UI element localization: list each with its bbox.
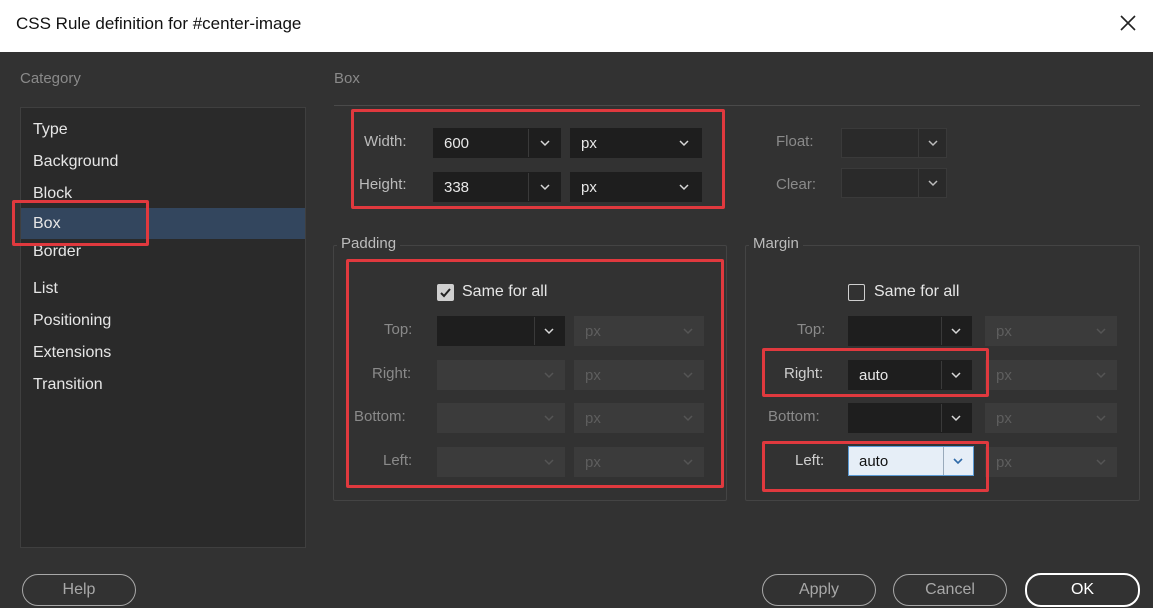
highlight-box-margin-right (762, 348, 989, 397)
highlight-box-dimensions (351, 109, 725, 209)
category-item-positioning[interactable]: Positioning (21, 305, 305, 336)
cancel-button[interactable]: Cancel (893, 574, 1007, 606)
float-label: Float: (776, 133, 814, 150)
clear-select[interactable] (841, 168, 947, 198)
title-bar: CSS Rule definition for #center-image (0, 0, 1153, 52)
category-item-transition[interactable]: Transition (21, 369, 305, 400)
ok-button[interactable]: OK (1025, 573, 1140, 607)
window-title: CSS Rule definition for #center-image (16, 14, 302, 33)
margin-top-unit-value: px (996, 323, 1012, 340)
margin-top-unit-select: px (985, 316, 1117, 346)
margin-bottom-input[interactable] (848, 403, 972, 433)
box-section-title: Box (334, 70, 360, 87)
category-list: Type Background Block Box Border List Po… (20, 107, 306, 548)
margin-left-unit-value: px (996, 454, 1012, 471)
float-select[interactable] (841, 128, 947, 158)
margin-right-unit-value: px (996, 367, 1012, 384)
category-item-extensions[interactable]: Extensions (21, 337, 305, 368)
clear-label: Clear: (776, 176, 817, 193)
chevron-down-icon (1096, 415, 1106, 422)
category-item-type[interactable]: Type (21, 114, 305, 145)
margin-left-unit-select: px (985, 447, 1117, 477)
category-item-list[interactable]: List (21, 273, 305, 304)
chevron-down-icon (1096, 328, 1106, 335)
highlight-box-category (12, 200, 149, 246)
dialog-body: Category Type Background Block Box Borde… (0, 52, 1153, 608)
chevron-down-icon (928, 180, 938, 187)
help-button[interactable]: Help (22, 574, 136, 606)
close-icon[interactable] (1113, 8, 1143, 38)
margin-right-unit-select: px (985, 360, 1117, 390)
padding-title: Padding (337, 235, 401, 252)
chevron-down-icon (928, 140, 938, 147)
highlight-box-padding (346, 259, 724, 488)
chevron-down-icon (1096, 459, 1106, 466)
margin-bottom-unit-select: px (985, 403, 1117, 433)
chevron-down-icon (1096, 372, 1106, 379)
apply-button[interactable]: Apply (762, 574, 876, 606)
category-label: Category (20, 70, 81, 87)
category-item-background[interactable]: Background (21, 146, 305, 177)
margin-same-for-all-checkbox[interactable] (848, 284, 865, 301)
chevron-down-icon[interactable] (949, 411, 963, 425)
highlight-box-margin-left (762, 441, 989, 492)
margin-title: Margin (749, 235, 803, 252)
margin-top-label: Top: (797, 321, 826, 338)
margin-top-input[interactable] (848, 316, 972, 346)
margin-same-for-all-label: Same for all (874, 283, 960, 300)
margin-bottom-label: Bottom: (768, 408, 820, 425)
chevron-down-icon[interactable] (949, 324, 963, 338)
section-divider (334, 105, 1140, 106)
margin-bottom-unit-value: px (996, 410, 1012, 427)
